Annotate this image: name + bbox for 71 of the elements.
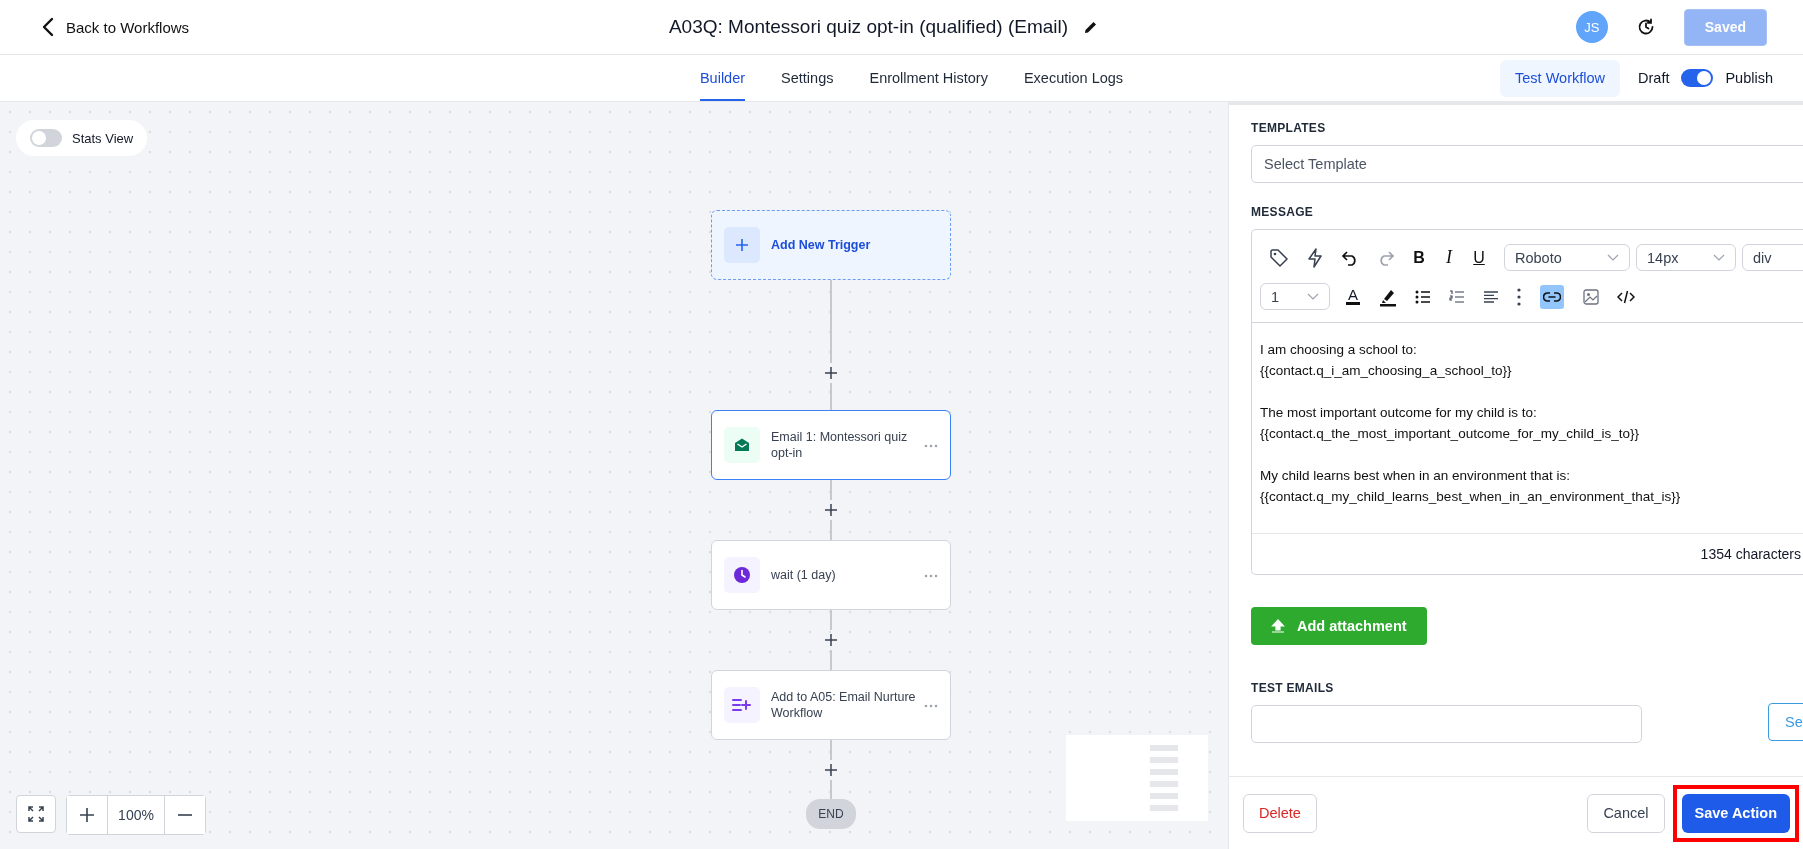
test-workflow-button[interactable]: Test Workflow: [1500, 59, 1620, 97]
workflow-node[interactable]: Add to A05: Email Nurture Workflow: [711, 670, 951, 740]
node-label: Add to A05: Email Nurture Workflow: [771, 689, 917, 721]
workflow-node[interactable]: wait (1 day): [711, 540, 951, 610]
section-label: TEST EMAILS: [1251, 681, 1335, 695]
tag-icon[interactable]: [1269, 247, 1289, 268]
delete-button[interactable]: Delete: [1243, 793, 1317, 833]
italic-button[interactable]: I: [1434, 247, 1464, 268]
caret-icon: [1713, 253, 1725, 262]
numbered-list-icon[interactable]: [1449, 289, 1465, 304]
add-step-icon[interactable]: [825, 634, 837, 646]
cancel-button[interactable]: Cancel: [1587, 793, 1665, 833]
template-select[interactable]: Select Template: [1251, 145, 1803, 183]
tab[interactable]: Enrollment History: [869, 55, 988, 101]
add-step-icon[interactable]: [825, 764, 837, 776]
plus-icon: [79, 807, 95, 823]
node-label: Email 1: Montessori quiz opt-in: [771, 429, 909, 461]
text-color-button[interactable]: A: [1346, 288, 1360, 305]
lightning-icon[interactable]: [1307, 247, 1323, 268]
node-label: Add New Trigger: [771, 237, 872, 253]
image-icon[interactable]: [1583, 288, 1599, 305]
node-label: wait (1 day): [771, 567, 837, 583]
draft-label: Draft: [1638, 70, 1670, 86]
bold-button[interactable]: B: [1404, 248, 1434, 267]
message-line: My child learns best when in an environment that is:: [1260, 467, 1571, 485]
workflow-node[interactable]: Email 1: Montessori quiz opt-in: [711, 410, 951, 480]
code-icon[interactable]: [1617, 289, 1635, 304]
tab[interactable]: Settings: [781, 55, 834, 101]
end-marker: END: [806, 799, 856, 829]
test-email-field[interactable]: [1251, 705, 1642, 743]
undo-icon[interactable]: [1341, 249, 1359, 266]
publish-label: Publish: [1725, 70, 1773, 86]
character-count: 1354 characters: [1700, 546, 1801, 562]
edit-icon[interactable]: [1084, 20, 1099, 34]
clock-icon: [733, 566, 751, 584]
minus-icon: [177, 814, 193, 816]
workflow-node[interactable]: Add New Trigger: [711, 210, 951, 280]
underline-button[interactable]: U: [1464, 248, 1494, 267]
message-editor[interactable]: [1251, 229, 1803, 575]
envelope-icon: [734, 437, 750, 453]
stats-view-toggle[interactable]: Stats View: [16, 120, 148, 156]
message-line: {{contact.q_my_child_learns_best_when_in_an_environment_that_is}}: [1260, 488, 1682, 506]
link-button[interactable]: [1540, 284, 1564, 309]
back-link[interactable]: Back to Workflows: [42, 17, 190, 37]
plus-icon: [735, 238, 749, 252]
line-height-select[interactable]: 1: [1260, 283, 1330, 310]
section-label: MESSAGE: [1251, 205, 1315, 219]
link-icon: [1543, 291, 1561, 302]
font-select[interactable]: Roboto: [1504, 244, 1630, 271]
expand-icon: [27, 805, 45, 823]
add-step-icon[interactable]: [825, 504, 837, 516]
publish-toggle[interactable]: [1681, 69, 1714, 87]
message-line: I am choosing a school to:: [1260, 341, 1418, 359]
align-left-icon[interactable]: [1483, 290, 1499, 303]
section-label: TEMPLATES: [1251, 121, 1327, 135]
save-action-button[interactable]: Save Action: [1681, 793, 1790, 833]
fit-view-button[interactable]: [16, 795, 56, 833]
workflow-title: A03Q: Montessori quiz opt-in (qualified) (Email): [668, 16, 1069, 38]
caret-icon: [1607, 253, 1619, 262]
message-line: {{contact.q_the_most_important_outcome_for_my_child_is_to}}: [1260, 425, 1640, 443]
message-line: The most important outcome for my child is to:: [1260, 404, 1538, 422]
bullet-list-icon[interactable]: [1415, 289, 1431, 304]
upload-icon: [1271, 618, 1285, 634]
block-format-select[interactable]: div: [1742, 244, 1803, 271]
list-add-icon: [732, 697, 752, 713]
more-vertical-icon[interactable]: [1517, 287, 1521, 306]
tab[interactable]: Execution Logs: [1023, 55, 1124, 101]
message-line: {{contact.q_i_am_choosing_a_school_to}}: [1260, 362, 1513, 380]
font-size-select[interactable]: 14px: [1636, 244, 1736, 271]
add-step-icon[interactable]: [825, 366, 837, 379]
caret-icon: [1307, 292, 1319, 301]
